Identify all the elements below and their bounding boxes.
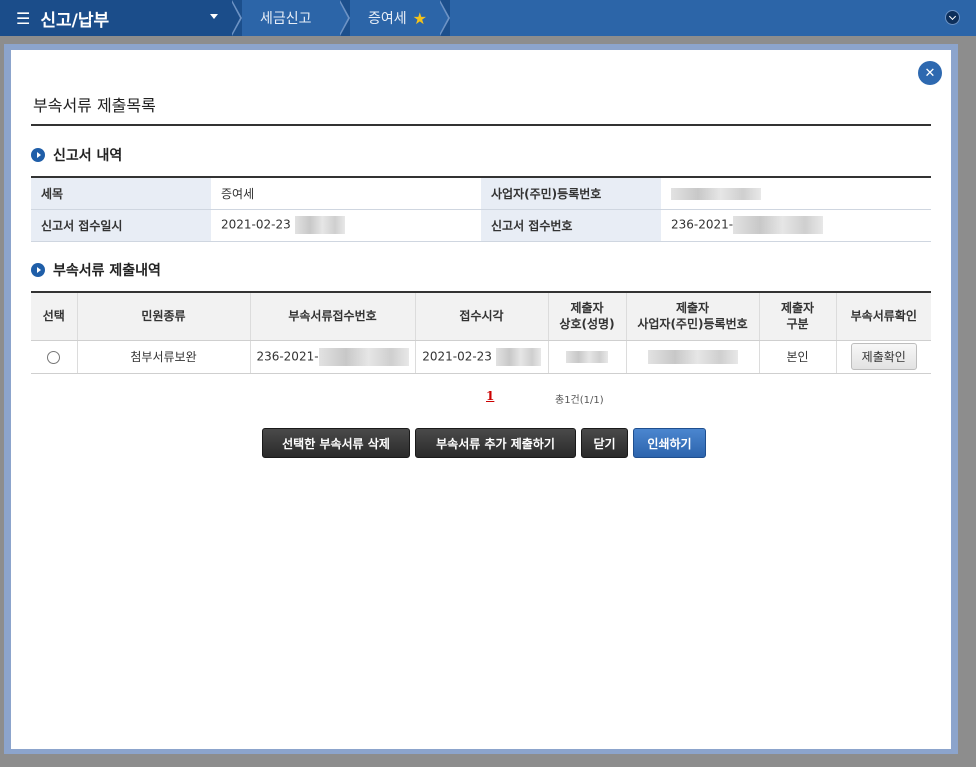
chevron-down-icon[interactable]: [945, 10, 960, 25]
nav-menu-button[interactable]: ☰ 신고/납부: [0, 0, 232, 36]
col-header-time: 접수시각: [415, 292, 549, 341]
submission-table: 선택 민원종류 부속서류접수번호 접수시각 제출자 상호(성명) 제출자 사업자…: [31, 291, 931, 374]
report-number-text: 236-2021-: [671, 217, 734, 232]
value-registration-number: [661, 177, 931, 210]
breadcrumb-label: 증여세: [368, 11, 407, 27]
nav-fill: [450, 0, 976, 36]
cell-receipt-no: 236-2021-: [250, 340, 416, 374]
cell-type: 첨부서류보완: [77, 340, 251, 374]
time-text: 2021-02-23: [422, 349, 492, 363]
value-report-date: 2021-02-23: [211, 209, 481, 242]
cell-submitter-id: [626, 340, 760, 374]
cell-confirm: 제출확인: [836, 340, 931, 374]
value-tax-item: 증여세: [211, 177, 481, 210]
label-registration-number: 사업자(주민)등록번호: [481, 177, 661, 210]
redacted-value: [733, 216, 824, 234]
table-row: 첨부서류보완 236-2021- 2021-02-23 본인 제출확인: [31, 340, 931, 374]
close-dialog-button[interactable]: 닫기: [581, 428, 628, 458]
page-link-current[interactable]: 1: [486, 389, 494, 403]
top-navigation: ☰ 신고/납부 세금신고 증여세 ★: [0, 0, 976, 36]
close-icon: ✕: [924, 65, 936, 81]
breadcrumb-item-tax-report[interactable]: 세금신고: [242, 0, 340, 36]
hamburger-icon: ☰: [16, 8, 31, 28]
star-icon[interactable]: ★: [413, 9, 427, 28]
col-header-submitter-id: 제출자 사업자(주민)등록번호: [626, 292, 760, 341]
caret-down-icon: [210, 14, 218, 19]
col-header-receipt-no: 부속서류접수번호: [250, 292, 416, 341]
section-heading-label: 부속서류 제출내역: [53, 263, 161, 279]
table-row: 신고서 접수일시 2021-02-23 신고서 접수번호 236-2021-: [31, 209, 931, 242]
label-report-number: 신고서 접수번호: [481, 209, 661, 242]
breadcrumb-label: 세금신고: [260, 11, 312, 27]
close-button[interactable]: ✕: [918, 61, 942, 85]
redacted-value: [495, 347, 541, 366]
table-header-row: 선택 민원종류 부속서류접수번호 접수시각 제출자 상호(성명) 제출자 사업자…: [31, 292, 931, 341]
col-header-category: 제출자 구분: [759, 292, 837, 341]
modal-title: 부속서류 제출목록: [33, 96, 156, 115]
redacted-value: [294, 216, 345, 234]
redacted-value: [318, 347, 409, 366]
breadcrumb-separator-icon: [231, 0, 242, 36]
delete-selected-button[interactable]: 선택한 부속서류 삭제: [262, 428, 410, 458]
modal-dialog: [11, 50, 951, 749]
arrow-bullet-icon: [31, 148, 45, 162]
cell-submitter-name: [548, 340, 627, 374]
arrow-bullet-icon: [31, 263, 45, 277]
row-select-radio[interactable]: [47, 350, 61, 364]
receipt-no-text: 236-2021-: [256, 349, 319, 363]
cell-select: [31, 340, 78, 374]
redacted-value: [566, 351, 608, 363]
submission-section-heading: 부속서류 제출내역: [31, 260, 161, 280]
value-report-number: 236-2021-: [661, 209, 931, 242]
breadcrumb-separator-icon: [339, 0, 350, 36]
nav-menu-title: 신고/납부: [40, 10, 110, 31]
confirm-submission-button[interactable]: 제출확인: [850, 343, 917, 370]
cell-category: 본인: [759, 340, 837, 374]
cell-time: 2021-02-23: [415, 340, 549, 374]
label-tax-item: 세목: [31, 177, 211, 210]
breadcrumb-item-gift-tax[interactable]: 증여세 ★: [350, 0, 440, 36]
redacted-value: [671, 187, 761, 200]
col-header-confirm: 부속서류확인: [836, 292, 931, 341]
breadcrumb-separator-icon: [439, 0, 450, 36]
label-report-date: 신고서 접수일시: [31, 209, 211, 242]
report-info-table: 세목 증여세 사업자(주민)등록번호 신고서 접수일시 2021-02-23 신…: [31, 176, 931, 242]
redacted-value: [647, 349, 738, 364]
col-header-submitter-name: 제출자 상호(성명): [548, 292, 627, 341]
col-header-select: 선택: [31, 292, 78, 341]
print-button[interactable]: 인쇄하기: [633, 428, 706, 458]
table-row: 세목 증여세 사업자(주민)등록번호: [31, 177, 931, 210]
report-section-heading: 신고서 내역: [31, 145, 122, 165]
section-heading-label: 신고서 내역: [53, 148, 123, 164]
report-date-text: 2021-02-23: [221, 217, 291, 232]
page-summary: 총1건(1/1): [555, 395, 604, 406]
title-divider: [31, 124, 931, 126]
col-header-type: 민원종류: [77, 292, 251, 341]
add-submission-button[interactable]: 부속서류 추가 제출하기: [415, 428, 576, 458]
